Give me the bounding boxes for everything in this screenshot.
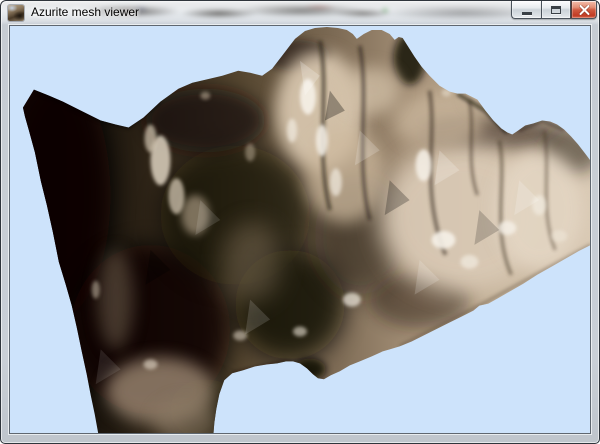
terrain-thumbnail-icon[interactable]: [8, 5, 24, 21]
window-controls: [511, 1, 597, 19]
titlebar[interactable]: Azurite mesh viewer: [1, 1, 599, 25]
maximize-button[interactable]: [541, 1, 571, 19]
app-window: Azurite mesh viewer: [0, 0, 600, 444]
minimize-icon: [522, 12, 532, 15]
close-button[interactable]: [571, 1, 597, 19]
mesh-viewport[interactable]: [9, 25, 591, 434]
terrain-render: [10, 26, 590, 433]
maximize-icon: [551, 6, 561, 14]
minimize-button[interactable]: [511, 1, 541, 19]
close-icon: [579, 5, 590, 15]
window-title: Azurite mesh viewer: [31, 1, 139, 25]
